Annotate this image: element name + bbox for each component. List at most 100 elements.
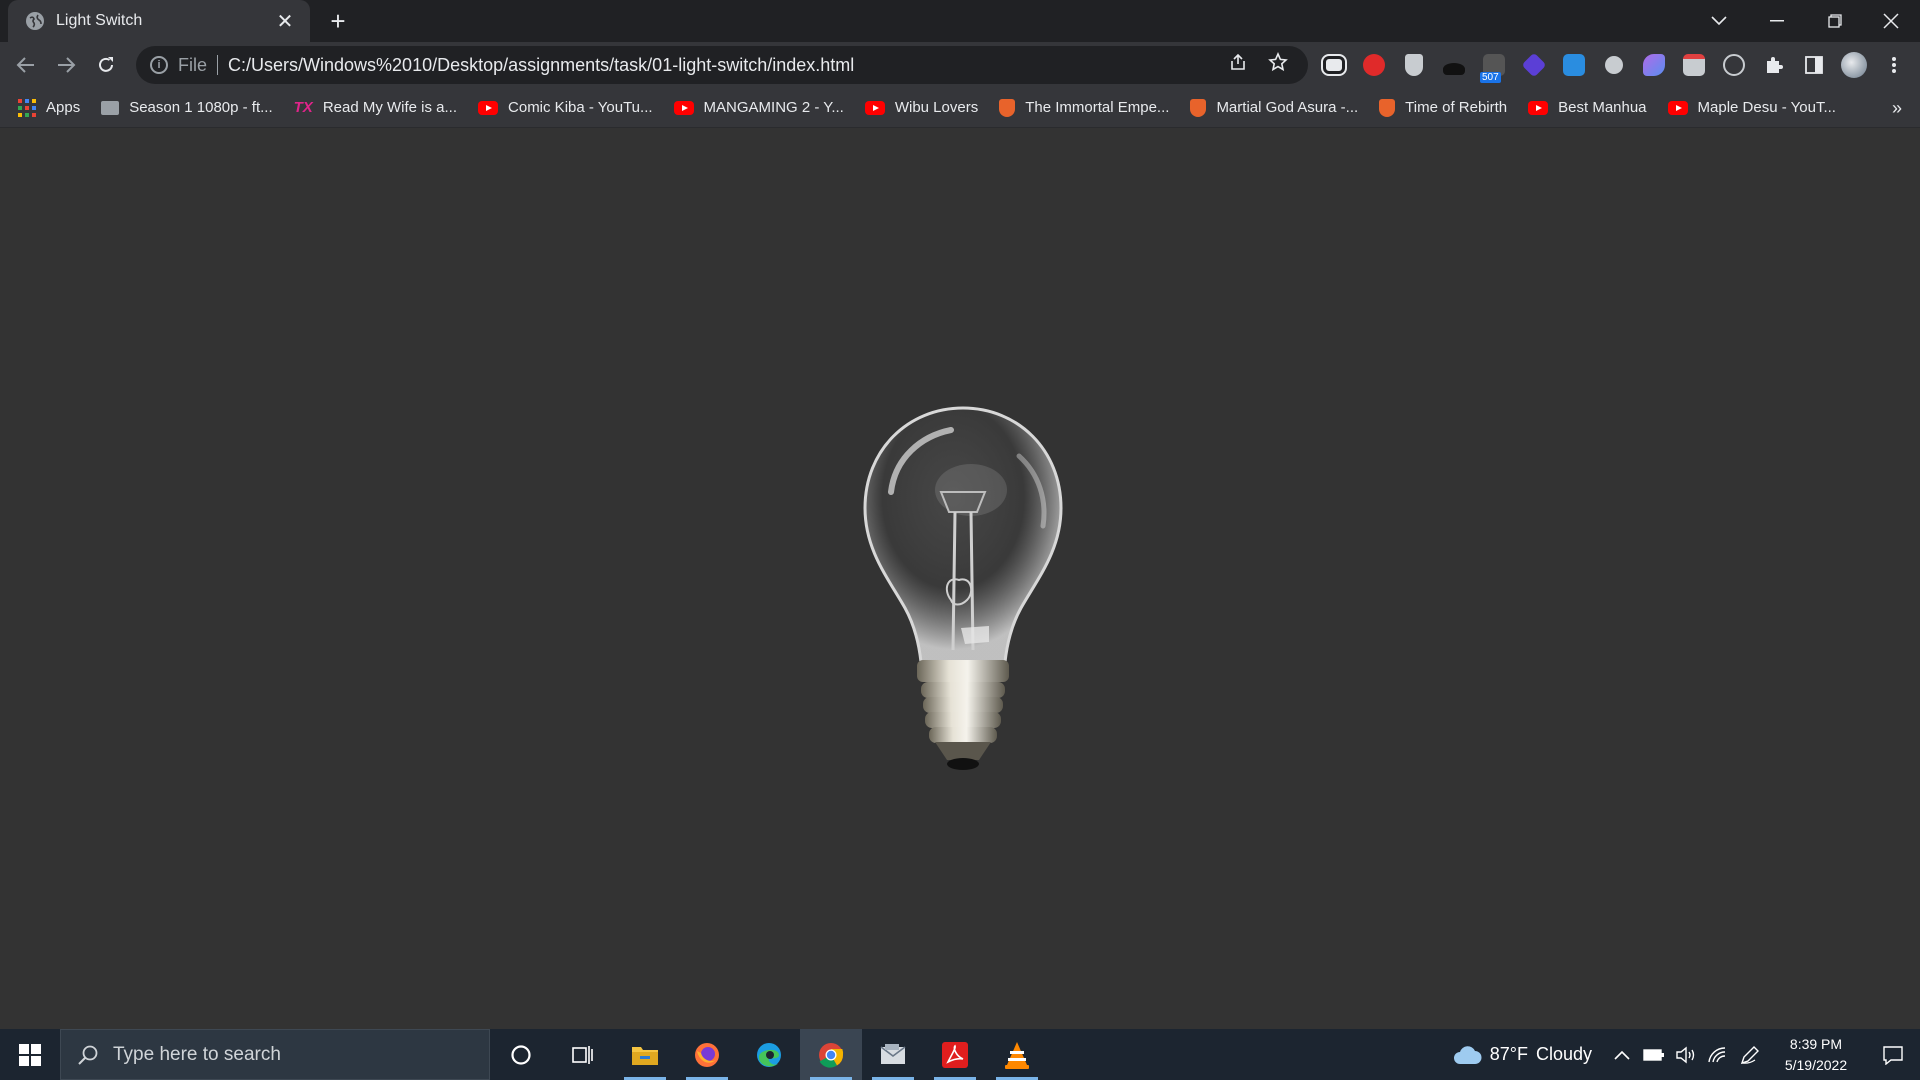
vlc-icon[interactable] (986, 1029, 1048, 1080)
folder-icon (101, 100, 120, 115)
youtube-icon (864, 100, 885, 115)
bookmark-maple-desu[interactable]: Maple Desu - YouT... (1667, 99, 1836, 116)
notification-center-icon[interactable] (1866, 1029, 1920, 1080)
tab-light-switch[interactable]: Light Switch ✕ (8, 0, 310, 42)
clock-time: 8:39 PM (1789, 1035, 1843, 1052)
minimize-icon[interactable] (1748, 0, 1806, 42)
tab-title: Light Switch (56, 12, 143, 29)
ext-glasses-icon[interactable] (1314, 45, 1354, 85)
bookmark-label: Comic Kiba - YouTu... (508, 99, 653, 116)
share-icon[interactable] (1218, 52, 1258, 78)
taskbar: Type here to search 87°F Cloudy 8:39 PM … (0, 1029, 1920, 1080)
shield-icon (999, 98, 1016, 117)
taskbar-search-box[interactable]: Type here to search (60, 1029, 490, 1080)
bookmark-best-manhua[interactable]: Best Manhua (1528, 99, 1647, 116)
ext-calculator-icon[interactable] (1674, 45, 1714, 85)
system-tray: 87°F Cloudy 8:39 PM 5/19/2022 (1452, 1029, 1920, 1080)
toolbar: i File C:/Users/Windows%2010/Desktop/ass… (0, 42, 1920, 88)
bookmark-label: Martial God Asura -... (1216, 99, 1359, 116)
bookmark-mangaming[interactable]: MANGAMING 2 - Y... (673, 99, 844, 116)
reload-icon[interactable] (86, 45, 126, 85)
page-content (0, 128, 1920, 1029)
bookmarks-overflow-button[interactable]: » (1892, 88, 1902, 128)
apps-grid-icon (18, 98, 36, 117)
weather-widget[interactable]: 87°F Cloudy (1452, 1044, 1592, 1066)
pen-icon[interactable] (1734, 1029, 1766, 1080)
ext-badge-icon[interactable]: 507 (1474, 45, 1514, 85)
back-icon[interactable] (6, 45, 46, 85)
tab-search-icon[interactable] (1690, 0, 1748, 42)
ext-react-icon[interactable] (1714, 45, 1754, 85)
firefox-icon[interactable] (676, 1029, 738, 1080)
ext-fi-icon[interactable] (1554, 45, 1594, 85)
bookmark-wibu-lovers[interactable]: Wibu Lovers (864, 99, 978, 116)
cortana-icon[interactable] (490, 1029, 552, 1080)
task-view-icon[interactable] (552, 1029, 614, 1080)
youtube-icon (478, 100, 499, 115)
bookmark-season-1[interactable]: Season 1 1080p - ft... (101, 99, 273, 116)
weather-temp: 87°F (1489, 1044, 1528, 1064)
clock-date: 5/19/2022 (1784, 1056, 1848, 1073)
window-close-icon[interactable] (1862, 0, 1920, 42)
info-icon[interactable]: i (150, 56, 168, 74)
taskbar-clock[interactable]: 8:39 PM 5/19/2022 (1766, 1034, 1866, 1076)
extensions-puzzle-icon[interactable] (1754, 45, 1794, 85)
ext-shield-icon[interactable] (1394, 45, 1434, 85)
youtube-icon (1528, 100, 1549, 115)
restore-icon[interactable] (1806, 0, 1864, 42)
bookmark-star-icon[interactable] (1258, 52, 1298, 78)
youtube-icon (1667, 100, 1688, 115)
edge-icon[interactable] (738, 1029, 800, 1080)
battery-icon[interactable] (1638, 1029, 1670, 1080)
bookmark-label: The Immortal Empe... (1025, 99, 1170, 116)
side-panel-icon[interactable] (1794, 45, 1834, 85)
forward-icon[interactable] (46, 45, 86, 85)
windows-start-icon[interactable] (0, 1029, 60, 1080)
browser-chrome: Light Switch ✕ + i File C:/Users/Windows… (0, 0, 1920, 128)
ext-hand-icon[interactable] (1354, 45, 1394, 85)
tab-strip: Light Switch ✕ + (0, 0, 1920, 42)
file-explorer-icon[interactable] (614, 1029, 676, 1080)
bookmark-label: MANGAMING 2 - Y... (703, 99, 844, 116)
url-text[interactable]: C:/Users/Windows%2010/Desktop/assignment… (228, 55, 1218, 76)
ext-badge-count: 507 (1480, 72, 1501, 83)
tab-close-icon[interactable]: ✕ (274, 9, 296, 34)
address-bar[interactable]: i File C:/Users/Windows%2010/Desktop/ass… (136, 46, 1308, 84)
ext-gear-icon[interactable] (1594, 45, 1634, 85)
wifi-icon[interactable] (1702, 1029, 1734, 1080)
ext-leaf-icon[interactable] (1634, 45, 1674, 85)
globe-icon (26, 12, 44, 30)
bookmark-time-of-rebirth[interactable]: Time of Rebirth (1379, 98, 1508, 117)
menu-kebab-icon[interactable] (1874, 45, 1914, 85)
volume-icon[interactable] (1670, 1029, 1702, 1080)
new-tab-button[interactable]: + (322, 6, 354, 38)
cloud-icon (1453, 1045, 1482, 1064)
ext-cat-icon[interactable] (1434, 45, 1474, 85)
bookmark-label: Read My Wife is a... (322, 99, 458, 116)
youtube-icon (673, 100, 694, 115)
bookmark-comic-kiba[interactable]: Comic Kiba - YouTu... (478, 99, 653, 116)
bookmark-label: Season 1 1080p - ft... (129, 99, 273, 116)
acrobat-icon[interactable] (924, 1029, 986, 1080)
weather-condition: Cloudy (1535, 1044, 1592, 1064)
bookmark-label: Apps (46, 99, 81, 116)
light-bulb-image[interactable] (843, 400, 1083, 790)
tray-chevron-up-icon[interactable] (1606, 1029, 1638, 1080)
bookmark-read-my-wife[interactable]: TX Read My Wife is a... (294, 99, 457, 116)
ext-layers-icon[interactable] (1514, 45, 1554, 85)
tx-icon: TX (293, 99, 313, 116)
chrome-icon[interactable] (800, 1029, 862, 1080)
bookmarks-bar: Apps Season 1 1080p - ft... TX Read My W… (0, 88, 1920, 128)
bookmark-immortal-emperor[interactable]: The Immortal Empe... (999, 98, 1170, 117)
extensions-row: 507 (1314, 42, 1914, 88)
profile-avatar[interactable] (1834, 45, 1874, 85)
search-placeholder: Type here to search (113, 1043, 281, 1065)
bookmark-apps[interactable]: Apps (18, 98, 81, 117)
mail-app-icon[interactable] (862, 1029, 924, 1080)
bookmark-label: Time of Rebirth (1405, 99, 1508, 116)
bookmark-label: Maple Desu - YouT... (1697, 99, 1836, 116)
shield-icon (1379, 98, 1396, 117)
bookmark-martial-god-asura[interactable]: Martial God Asura -... (1190, 98, 1359, 117)
search-icon (78, 1045, 98, 1065)
bookmark-label: Best Manhua (1558, 99, 1647, 116)
